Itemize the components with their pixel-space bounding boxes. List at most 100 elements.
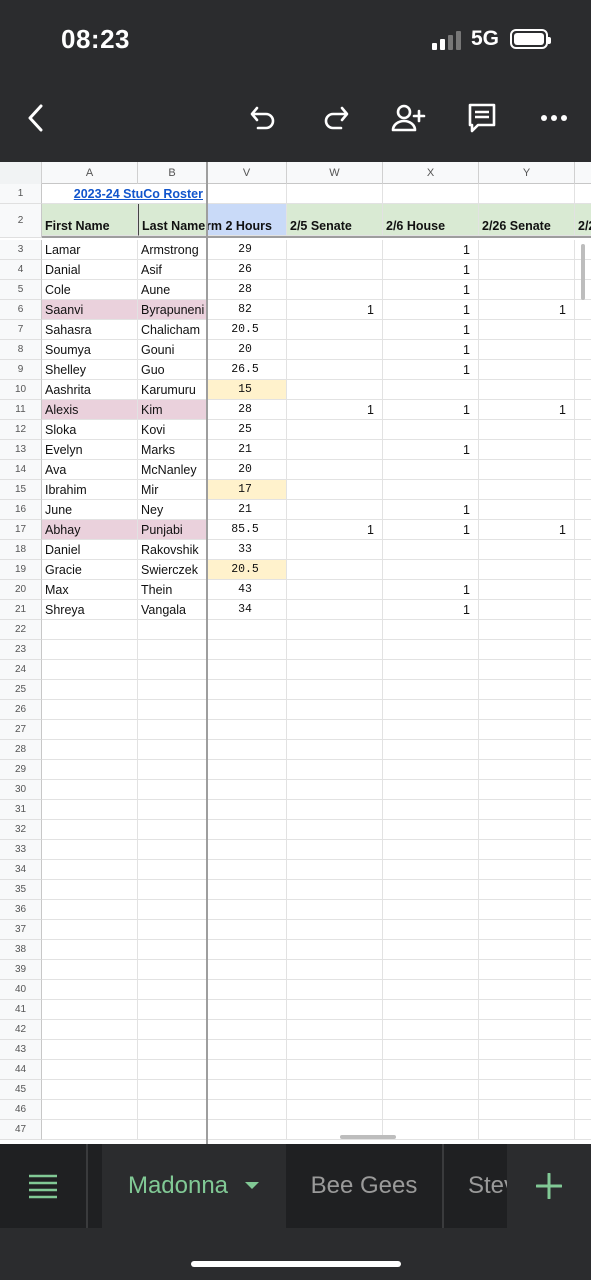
table-cell[interactable] — [383, 780, 479, 800]
table-cell[interactable] — [479, 700, 575, 720]
table-cell[interactable] — [287, 820, 383, 840]
more-icon[interactable] — [532, 96, 576, 140]
table-cell[interactable] — [42, 880, 138, 900]
table-cell[interactable] — [207, 680, 287, 700]
table-cell[interactable] — [479, 184, 575, 204]
last-name-cell[interactable]: Chalicham — [138, 320, 207, 340]
row-header[interactable]: 9 — [0, 360, 42, 380]
table-cell[interactable] — [575, 940, 591, 960]
row-header[interactable]: 25 — [0, 680, 42, 700]
attendance-cell[interactable]: 1 — [383, 500, 479, 520]
table-cell[interactable] — [207, 700, 287, 720]
attendance-cell[interactable] — [287, 340, 383, 360]
add-person-icon[interactable] — [386, 96, 430, 140]
table-cell[interactable] — [575, 1000, 591, 1020]
row-header[interactable]: 45 — [0, 1080, 42, 1100]
attendance-cell[interactable] — [287, 420, 383, 440]
table-cell[interactable] — [207, 820, 287, 840]
table-cell[interactable] — [138, 720, 207, 740]
table-cell[interactable] — [575, 400, 591, 420]
table-cell[interactable] — [207, 1020, 287, 1040]
table-cell[interactable] — [575, 184, 591, 204]
last-name-cell[interactable]: Marks — [138, 440, 207, 460]
table-cell[interactable] — [138, 820, 207, 840]
attendance-cell[interactable]: 1 — [479, 400, 575, 420]
table-cell[interactable] — [42, 1100, 138, 1120]
table-cell[interactable] — [575, 680, 591, 700]
tab-madonna[interactable]: Madonna — [102, 1144, 286, 1228]
spreadsheet-grid[interactable]: A B V W X Y 1 2023-24 StuCo Roster 2 First … — [0, 162, 591, 1144]
first-name-cell[interactable]: Evelyn — [42, 440, 138, 460]
table-cell[interactable] — [383, 660, 479, 680]
attendance-cell[interactable] — [479, 420, 575, 440]
table-cell[interactable] — [207, 960, 287, 980]
row-header[interactable]: 12 — [0, 420, 42, 440]
table-cell[interactable] — [383, 1020, 479, 1040]
home-indicator[interactable] — [191, 1261, 401, 1267]
table-cell[interactable] — [575, 1040, 591, 1060]
table-cell[interactable] — [479, 680, 575, 700]
table-cell[interactable] — [138, 1060, 207, 1080]
hours-cell[interactable]: 43 — [207, 580, 287, 600]
table-cell[interactable] — [575, 760, 591, 780]
table-cell[interactable] — [383, 980, 479, 1000]
table-cell[interactable] — [287, 620, 383, 640]
column-title-cell[interactable]: 2/26 Senate — [479, 204, 575, 236]
table-cell[interactable] — [383, 1100, 479, 1120]
column-header-a[interactable]: A — [42, 162, 138, 184]
table-cell[interactable] — [207, 760, 287, 780]
table-cell[interactable] — [383, 920, 479, 940]
attendance-cell[interactable] — [383, 480, 479, 500]
table-cell[interactable] — [479, 1120, 575, 1140]
table-cell[interactable] — [138, 660, 207, 680]
table-cell[interactable] — [575, 340, 591, 360]
table-cell[interactable] — [575, 440, 591, 460]
table-cell[interactable] — [383, 840, 479, 860]
table-cell[interactable] — [287, 780, 383, 800]
chevron-down-icon[interactable] — [244, 1181, 260, 1191]
table-cell[interactable] — [287, 760, 383, 780]
hours-cell[interactable]: 85.5 — [207, 520, 287, 540]
table-cell[interactable] — [383, 1000, 479, 1020]
row-header[interactable]: 18 — [0, 540, 42, 560]
table-cell[interactable] — [575, 960, 591, 980]
hours-cell[interactable]: 25 — [207, 420, 287, 440]
row-header[interactable]: 8 — [0, 340, 42, 360]
attendance-cell[interactable]: 1 — [383, 400, 479, 420]
table-cell[interactable] — [287, 740, 383, 760]
first-name-cell[interactable]: Daniel — [42, 540, 138, 560]
table-cell[interactable] — [138, 640, 207, 660]
hours-cell[interactable]: 15 — [207, 380, 287, 400]
row-header[interactable]: 36 — [0, 900, 42, 920]
table-cell[interactable] — [383, 820, 479, 840]
last-name-cell[interactable]: Thein — [138, 580, 207, 600]
first-name-cell[interactable]: Shelley — [42, 360, 138, 380]
table-cell[interactable] — [383, 960, 479, 980]
table-cell[interactable] — [479, 720, 575, 740]
table-cell[interactable] — [42, 960, 138, 980]
last-name-cell[interactable]: Armstrong — [138, 240, 207, 260]
table-cell[interactable] — [575, 1120, 591, 1140]
attendance-cell[interactable]: 1 — [383, 280, 479, 300]
first-name-cell[interactable]: Saanvi — [42, 300, 138, 320]
table-cell[interactable] — [383, 1080, 479, 1100]
table-cell[interactable] — [42, 1000, 138, 1020]
table-cell[interactable] — [287, 1060, 383, 1080]
table-cell[interactable] — [42, 680, 138, 700]
attendance-cell[interactable] — [287, 240, 383, 260]
table-cell[interactable] — [287, 860, 383, 880]
attendance-cell[interactable] — [287, 480, 383, 500]
row-header[interactable]: 46 — [0, 1100, 42, 1120]
attendance-cell[interactable] — [287, 280, 383, 300]
table-cell[interactable] — [479, 920, 575, 940]
vertical-scrollbar[interactable] — [581, 244, 585, 300]
table-cell[interactable] — [42, 1040, 138, 1060]
table-cell[interactable] — [287, 800, 383, 820]
attendance-cell[interactable] — [383, 540, 479, 560]
table-cell[interactable] — [575, 800, 591, 820]
table-cell[interactable] — [575, 560, 591, 580]
row-header[interactable]: 22 — [0, 620, 42, 640]
row-header[interactable]: 7 — [0, 320, 42, 340]
table-cell[interactable] — [42, 860, 138, 880]
first-name-cell[interactable]: Danial — [42, 260, 138, 280]
